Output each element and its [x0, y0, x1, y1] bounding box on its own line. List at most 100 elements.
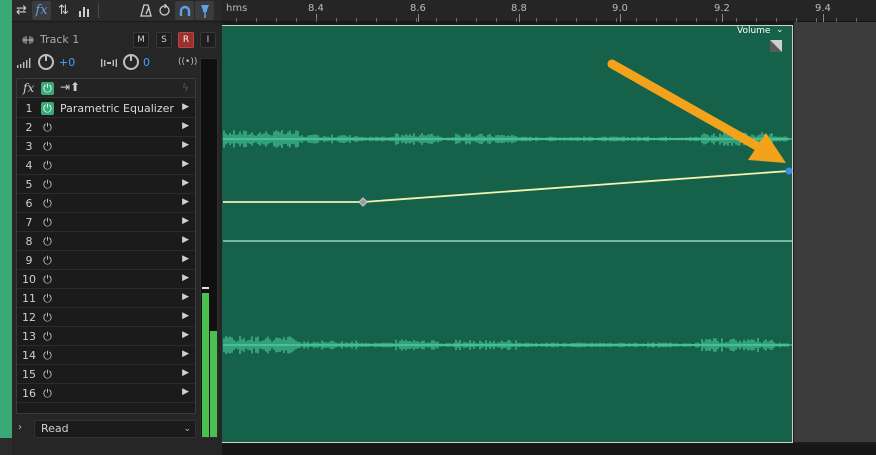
level-meter-left	[202, 293, 209, 437]
volume-value[interactable]: +0	[59, 56, 75, 69]
effect-slot[interactable]: 4 ⏻ ▶	[17, 156, 195, 175]
effect-slot-number: 12	[22, 311, 36, 324]
slot-menu-arrow-icon[interactable]: ▶	[182, 197, 189, 207]
lightning-icon[interactable]: ϟ	[182, 81, 189, 94]
effect-slot[interactable]: 9 ⏻ ▶	[17, 251, 195, 270]
mute-button[interactable]: M	[133, 32, 149, 48]
ruler-tick-label: 9.2	[714, 3, 730, 14]
track-color-strip	[0, 0, 12, 455]
effect-slot[interactable]: 14 ⏻ ▶	[17, 346, 195, 365]
waveform-track-icon	[22, 36, 34, 44]
metronome-icon[interactable]	[136, 1, 155, 20]
power-icon[interactable]: ⏻	[41, 273, 54, 286]
slot-menu-arrow-icon[interactable]: ▶	[182, 159, 189, 169]
slot-menu-arrow-icon[interactable]: ▶	[182, 178, 189, 188]
power-icon[interactable]: ⏻	[41, 102, 54, 115]
swap-icon[interactable]: ⇄	[12, 1, 31, 20]
empty-timeline-area[interactable]	[794, 22, 876, 442]
expand-icon[interactable]: ›	[18, 422, 22, 433]
audio-clip[interactable]	[222, 25, 793, 443]
level-meter	[200, 58, 218, 438]
power-icon[interactable]: ⏻	[41, 292, 54, 305]
power-icon[interactable]: ⏻	[41, 235, 54, 248]
rack-power-icon[interactable]: ⏻	[41, 82, 54, 95]
slot-menu-arrow-icon[interactable]: ▶	[182, 235, 189, 245]
effect-slot-number: 3	[25, 140, 33, 153]
power-icon[interactable]: ⏻	[41, 178, 54, 191]
slot-menu-arrow-icon[interactable]: ▶	[182, 368, 189, 378]
monitor-input-button[interactable]: I	[200, 32, 216, 48]
slot-menu-arrow-icon[interactable]: ▶	[182, 349, 189, 359]
record-arm-button[interactable]: R	[178, 32, 194, 48]
pan-value[interactable]: 0	[143, 56, 150, 69]
fx-icon[interactable]: fx	[32, 1, 51, 20]
slot-menu-arrow-icon[interactable]: ▶	[182, 311, 189, 321]
slot-menu-arrow-icon[interactable]: ▶	[182, 254, 189, 264]
sync-icon[interactable]	[155, 1, 174, 20]
track-color-strip-bottom	[0, 438, 12, 455]
power-icon[interactable]: ⏻	[41, 121, 54, 134]
effect-slot[interactable]: 13 ⏻ ▶	[17, 327, 195, 346]
slot-menu-arrow-icon[interactable]: ▶	[182, 330, 189, 340]
input-output-icon[interactable]: ⇅	[54, 1, 73, 20]
bars-icon[interactable]	[74, 1, 93, 20]
effect-slot-number: 10	[22, 273, 36, 286]
effect-slot[interactable]: 3 ⏻ ▶	[17, 137, 195, 156]
ruler-tick-label: 9.0	[612, 3, 628, 14]
effect-name[interactable]: Parametric Equalizer	[60, 102, 174, 115]
effect-slot[interactable]: 5 ⏻ ▶	[17, 175, 195, 194]
power-icon[interactable]: ⏻	[41, 330, 54, 343]
effect-slot[interactable]: 15 ⏻ ▶	[17, 365, 195, 384]
automation-mode-select[interactable]: Read ⌄	[34, 420, 196, 438]
power-icon[interactable]: ⏻	[41, 216, 54, 229]
effect-slot-number: 9	[25, 254, 33, 267]
volume-knob[interactable]	[38, 54, 54, 70]
track-header-panel: ⇄ fx ⇅ Track 1 M S R I +0 0 ((•)) fx ⏻ ⇥…	[12, 0, 222, 455]
effect-slot[interactable]: 10 ⏻ ▶	[17, 270, 195, 289]
slot-menu-arrow-icon[interactable]: ▶	[182, 387, 189, 397]
slot-menu-arrow-icon[interactable]: ▶	[182, 121, 189, 131]
chevron-down-icon[interactable]: ⌄	[776, 25, 784, 35]
effect-slot[interactable]: 11 ⏻ ▶	[17, 289, 195, 308]
effect-slot[interactable]: 6 ⏻ ▶	[17, 194, 195, 213]
power-icon[interactable]: ⏻	[41, 387, 54, 400]
level-meter-right	[210, 331, 217, 437]
broadcast-icon[interactable]: ((•))	[178, 57, 197, 67]
time-ruler[interactable]: hms 8.4 8.6 8.8 9.0 9.2 9.4	[222, 0, 876, 22]
track-name[interactable]: Track 1	[40, 33, 79, 46]
fade-handle-icon[interactable]	[770, 40, 782, 52]
effect-slot[interactable]: 1 ⏻ Parametric Equalizer ▶	[17, 99, 195, 118]
effect-slot-number: 1	[25, 102, 33, 115]
slot-menu-arrow-icon[interactable]: ▶	[182, 292, 189, 302]
power-icon[interactable]: ⏻	[41, 368, 54, 381]
pre-post-fader-icon[interactable]: ⇥⬆	[60, 80, 80, 94]
power-icon[interactable]: ⏻	[41, 159, 54, 172]
ruler-tick-label: 8.4	[308, 3, 324, 14]
power-icon[interactable]: ⏻	[41, 254, 54, 267]
track-title-row: Track 1 M S R I	[12, 30, 222, 50]
slot-menu-arrow-icon[interactable]: ▶	[182, 102, 189, 112]
metronome-icon-svg	[139, 4, 152, 17]
slot-menu-arrow-icon[interactable]: ▶	[182, 216, 189, 226]
magnet-icon[interactable]	[175, 1, 194, 20]
power-icon[interactable]: ⏻	[41, 197, 54, 210]
power-icon[interactable]: ⏻	[41, 311, 54, 324]
effect-slot[interactable]: 7 ⏻ ▶	[17, 213, 195, 232]
effect-slot[interactable]: 2 ⏻ ▶	[17, 118, 195, 137]
power-icon[interactable]: ⏻	[41, 349, 54, 362]
slot-menu-arrow-icon[interactable]: ▶	[182, 140, 189, 150]
power-icon[interactable]: ⏻	[41, 140, 54, 153]
volume-pan-row: +0 0 ((•))	[12, 53, 202, 73]
effect-slot-number: 6	[25, 197, 33, 210]
effect-slot[interactable]: 12 ⏻ ▶	[17, 308, 195, 327]
solo-button[interactable]: S	[156, 32, 172, 48]
pin-icon[interactable]	[195, 1, 214, 20]
envelope-parameter-label[interactable]: Volume	[737, 26, 770, 36]
ruler-major-tick	[519, 14, 520, 22]
pan-knob[interactable]	[123, 54, 139, 70]
slot-menu-arrow-icon[interactable]: ▶	[182, 273, 189, 283]
pin-icon-svg	[200, 4, 209, 18]
automation-row: › Read ⌄	[12, 420, 196, 438]
effect-slot[interactable]: 16 ⏻ ▶	[17, 384, 195, 403]
effect-slot[interactable]: 8 ⏻ ▶	[17, 232, 195, 251]
